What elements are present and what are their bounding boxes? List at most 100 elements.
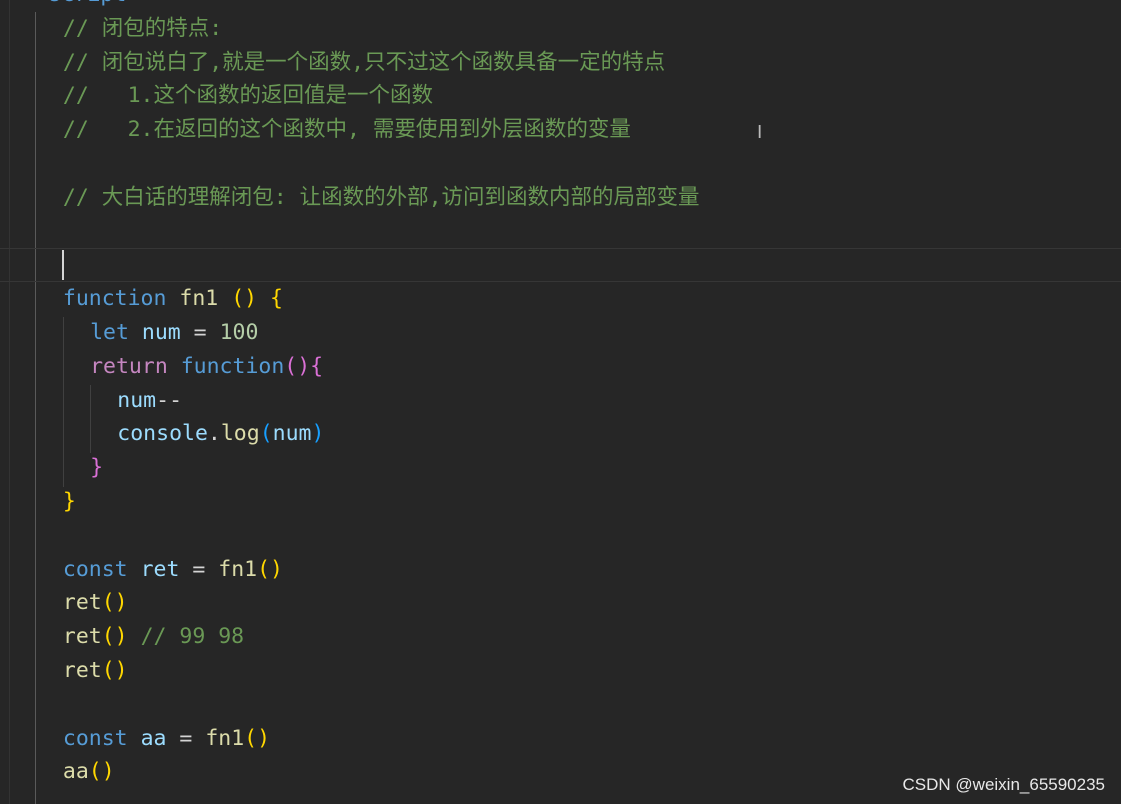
code-line[interactable]: let num = 100 [0, 316, 1121, 350]
code-line[interactable]: const aa = fn1() [0, 722, 1121, 756]
code-token: fn1 [205, 725, 245, 751]
code-line-content: let num = 100 [90, 316, 258, 350]
code-line[interactable]: ret() // 99 98 [0, 620, 1121, 654]
code-line-content: // 2.在返回的这个函数中, 需要使用到外层函数的变量 [63, 113, 631, 147]
code-token: () [244, 725, 271, 751]
code-line-content: // 闭包的特点: [63, 12, 222, 46]
code-line[interactable]: } [0, 485, 1121, 519]
code-token: ( [259, 421, 273, 447]
code-token: = [166, 725, 206, 751]
code-line-content: } [63, 485, 76, 519]
code-line-content: } [90, 451, 103, 485]
code-token: // 闭包说白了,就是一个函数,只不过这个函数具备一定的特点 [62, 49, 666, 75]
code-token: < [36, 0, 49, 7]
code-token: console [117, 421, 208, 447]
code-line[interactable] [0, 248, 1121, 283]
code-token: () [101, 658, 128, 683]
code-line[interactable]: num-- [0, 384, 1121, 418]
code-line[interactable]: function fn1 () { [0, 282, 1121, 316]
code-line[interactable]: // 闭包说白了,就是一个函数,只不过这个函数具备一定的特点 [0, 46, 1121, 80]
code-editor[interactable]: <script> // 闭包的特点: // 闭包说白了,就是一个函数,只不过这个函数… [0, 0, 1121, 804]
code-line[interactable]: ret() [0, 654, 1121, 688]
code-token: const [62, 556, 128, 582]
code-token: num [272, 421, 312, 447]
code-token: () [257, 556, 283, 582]
code-line[interactable]: // 2.在返回的这个函数中, 需要使用到外层函数的变量 [0, 113, 1121, 147]
code-token: () [231, 286, 258, 312]
code-token: > [126, 0, 139, 7]
code-token: num [141, 320, 181, 345]
code-token: // 99 98 [140, 624, 245, 650]
code-token: = [180, 320, 220, 345]
code-token: function [180, 353, 285, 379]
code-token: ) [311, 421, 325, 447]
code-token: // 1.这个函数的返回值是一个函数 [62, 83, 434, 109]
code-token: log [220, 421, 260, 447]
code-token: // 闭包的特点: [62, 15, 223, 41]
text-cursor [62, 250, 64, 280]
code-line-content: console.log(num) [117, 417, 324, 451]
code-token: } [62, 489, 76, 514]
watermark: CSDN @weixin_65590235 [902, 775, 1105, 794]
code-token: ret [62, 658, 102, 683]
code-token: ret [62, 624, 102, 650]
code-line[interactable]: return function(){ [0, 350, 1121, 384]
code-token: } [90, 455, 104, 481]
code-line-content: function fn1 () { [63, 282, 283, 316]
code-line-content: return function(){ [90, 350, 323, 384]
code-line-content: const aa = fn1() [63, 722, 270, 756]
code-token: const [62, 725, 128, 751]
code-token: -- [156, 387, 183, 413]
code-line-content: ret() [63, 654, 128, 688]
code-line-content: // 闭包说白了,就是一个函数,只不过这个函数具备一定的特点 [63, 46, 665, 80]
code-token: fn1 [179, 286, 219, 312]
code-line[interactable]: console.log(num) [0, 417, 1121, 451]
code-token: // 2.在返回的这个函数中, 需要使用到外层函数的变量 [62, 117, 631, 143]
code-token: { [270, 286, 283, 312]
code-line[interactable] [0, 215, 1121, 249]
code-line[interactable]: ret() [0, 586, 1121, 620]
code-line-content: num-- [117, 384, 182, 418]
code-token: () [284, 353, 311, 379]
code-token: aa [140, 725, 167, 751]
code-line-content: const ret = fn1() [63, 553, 283, 587]
code-token: function [62, 286, 167, 312]
code-token: fn1 [218, 556, 258, 582]
code-line[interactable]: // 大白话的理解闭包: 让函数的外部,访问到函数内部的局部变量 [0, 181, 1121, 215]
code-token: aa [62, 759, 89, 785]
code-token: { [310, 353, 324, 379]
code-line[interactable]: } [0, 451, 1121, 485]
code-token: num [117, 387, 157, 413]
code-line[interactable]: const ret = fn1() [0, 553, 1121, 587]
code-line[interactable] [0, 688, 1121, 722]
code-token: = [179, 556, 219, 582]
code-token: . [207, 421, 221, 447]
code-token: let [90, 320, 129, 345]
code-line-content: ret() [63, 586, 128, 620]
code-token: ret [62, 590, 102, 616]
mouse-ibeam-icon: I [757, 122, 763, 143]
code-line[interactable] [0, 519, 1121, 553]
code-line[interactable]: <script> [0, 0, 1121, 12]
code-line[interactable] [0, 147, 1121, 181]
code-token: return [90, 353, 168, 379]
code-token: () [101, 590, 128, 616]
code-token: script [49, 0, 127, 7]
code-token: () [101, 624, 128, 650]
code-token: 100 [219, 320, 259, 345]
code-line[interactable]: // 闭包的特点: [0, 12, 1121, 46]
code-line[interactable]: // 1.这个函数的返回值是一个函数 [0, 79, 1121, 113]
code-token: () [88, 759, 115, 785]
code-token: ret [140, 556, 180, 582]
code-line-content: // 1.这个函数的返回值是一个函数 [63, 79, 433, 113]
code-line-content: <script> [36, 0, 140, 12]
code-line-content: aa() [63, 755, 115, 789]
code-line-content: // 大白话的理解闭包: 让函数的外部,访问到函数内部的局部变量 [63, 181, 700, 215]
